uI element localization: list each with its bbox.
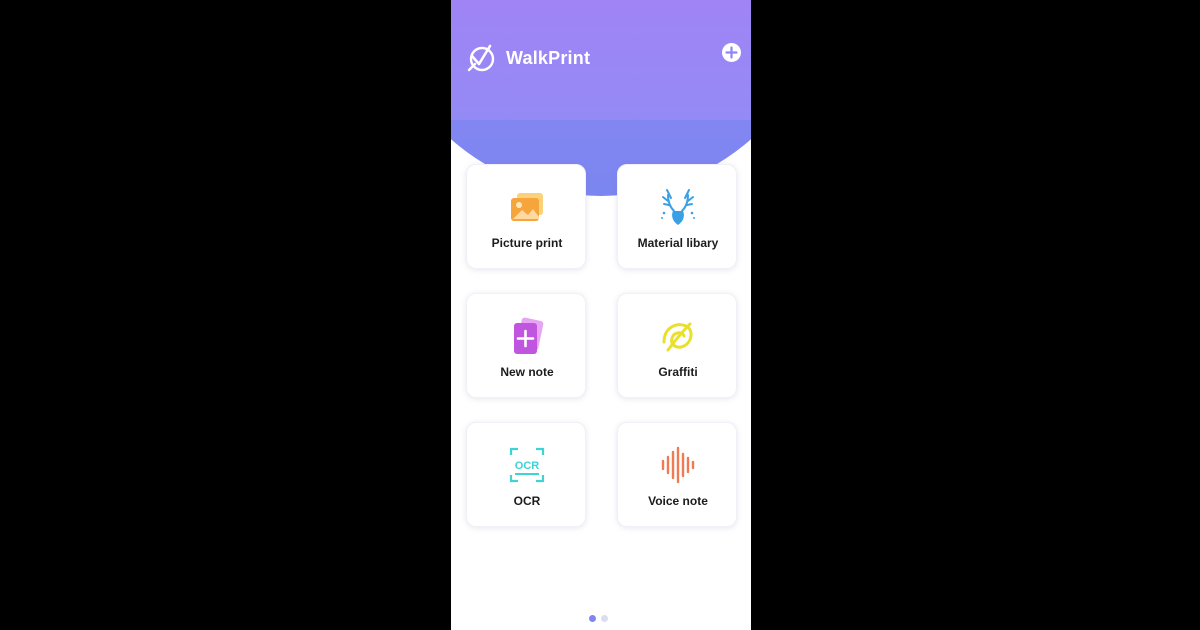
tile-graffiti[interactable]: Graffiti [617, 293, 737, 398]
deer-icon [661, 189, 695, 225]
tile-label: New note [500, 365, 554, 379]
plus-circle-icon [725, 46, 738, 59]
tile-label: Voice note [648, 494, 708, 508]
page-dot[interactable] [601, 615, 608, 622]
new-note-icon [514, 317, 544, 354]
tile-label: Picture print [491, 236, 563, 250]
walkprint-logo-icon [467, 44, 495, 72]
app-title: WalkPrint [506, 48, 591, 68]
tile-label: Graffiti [658, 365, 698, 379]
tile-new-note[interactable]: New note [466, 293, 586, 398]
add-button[interactable] [722, 43, 741, 62]
tile-ocr[interactable]: OCR OCR [466, 422, 586, 527]
picture-icon [511, 193, 543, 221]
phone-screen: WalkPrint Picture print Material libary [451, 0, 751, 630]
tile-label: Material libary [637, 236, 719, 250]
svg-text:OCR: OCR [515, 460, 540, 472]
tile-label: OCR [513, 494, 541, 508]
graffiti-icon [662, 322, 693, 352]
tile-material-library[interactable]: Material libary [617, 164, 737, 269]
ocr-scan-icon: OCR [509, 447, 545, 483]
page-indicator [589, 615, 619, 623]
tile-voice-note[interactable]: Voice note [617, 422, 737, 527]
page-dot-active[interactable] [589, 615, 596, 622]
sound-wave-icon [661, 446, 695, 484]
tile-picture-print[interactable]: Picture print [466, 164, 586, 269]
app-header: WalkPrint [451, 0, 751, 120]
